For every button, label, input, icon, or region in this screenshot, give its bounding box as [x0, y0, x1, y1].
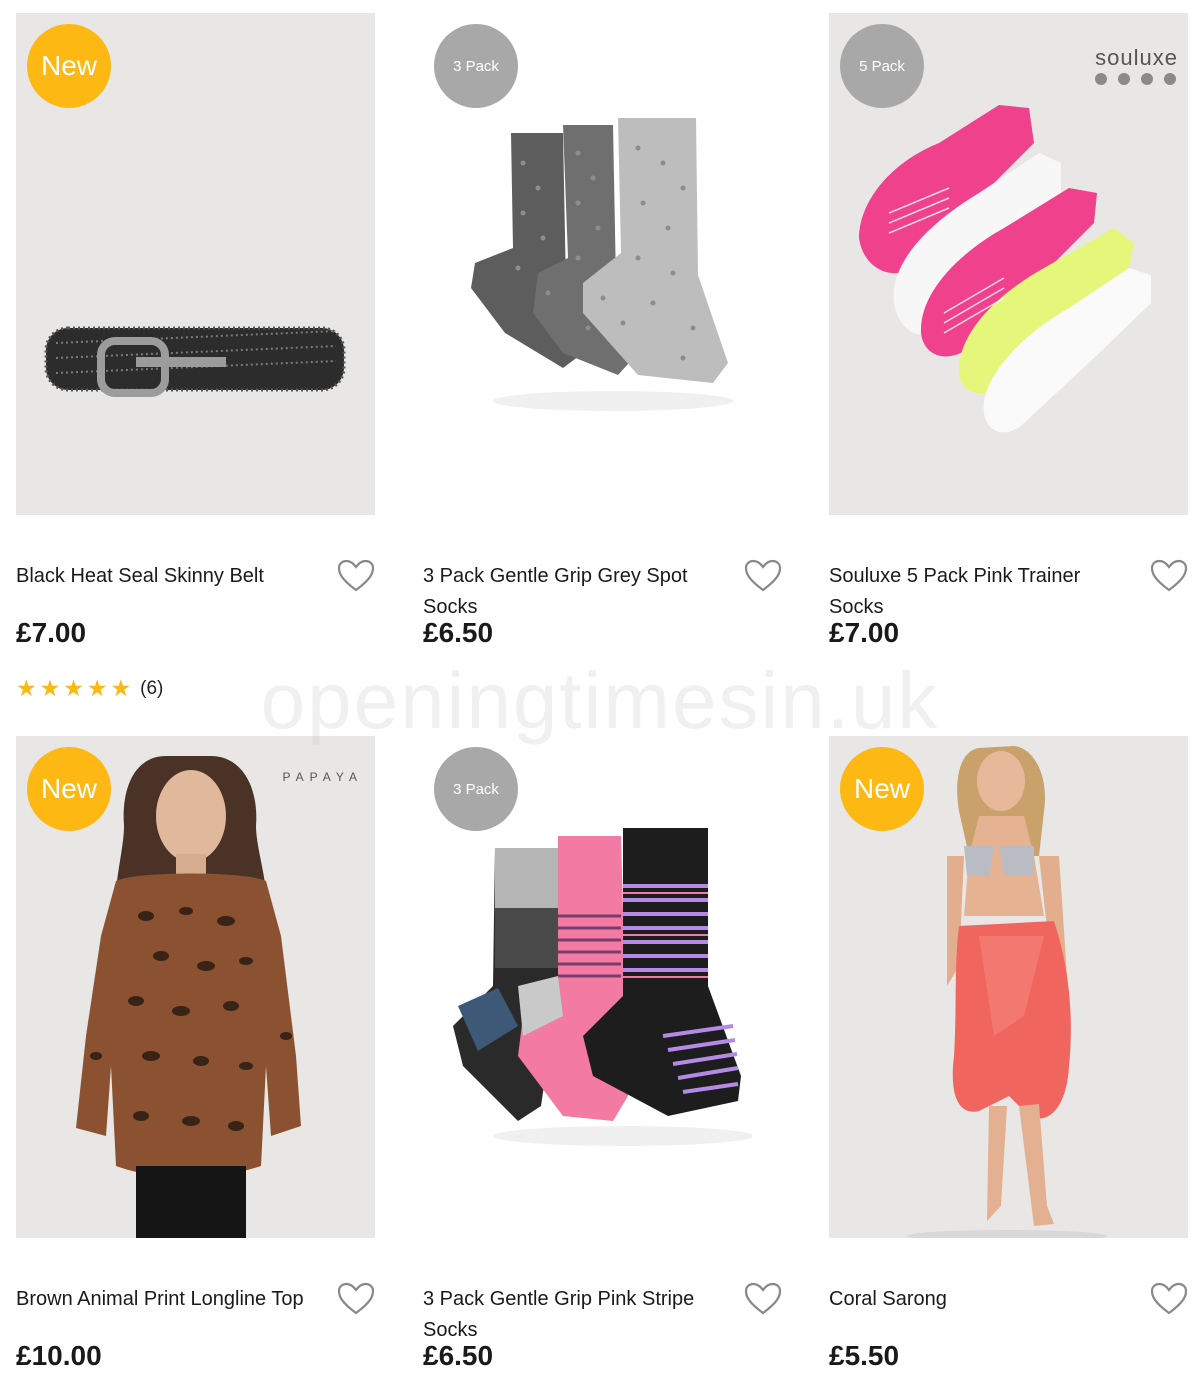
star-icon: ★ — [63, 675, 84, 701]
rating[interactable]: ★ ★ ★ ★ ★ (6) — [16, 677, 163, 700]
product-price: £7.00 — [829, 617, 900, 648]
pack-badge: 5 Pack — [840, 24, 924, 108]
star-icon: ★ — [16, 675, 37, 701]
heart-outline-icon[interactable] — [744, 559, 782, 593]
product-title[interactable]: Souluxe 5 Pack Pink Trainer Socks — [829, 561, 1119, 623]
product-image[interactable]: 3 Pack — [423, 13, 782, 515]
product-price: £10.00 — [16, 1340, 102, 1371]
star-icon: ★ — [110, 675, 132, 701]
new-badge: New — [840, 747, 924, 831]
star-icon: ★ — [86, 675, 108, 701]
product-price: £6.50 — [423, 617, 494, 648]
pack-badge: 3 Pack — [434, 747, 518, 831]
new-badge: New — [27, 24, 111, 108]
product-title[interactable]: Coral Sarong — [829, 1284, 1119, 1315]
product-image[interactable]: New PAPAYA — [16, 736, 375, 1238]
product-price: £5.50 — [829, 1340, 900, 1371]
heart-outline-icon[interactable] — [337, 1282, 375, 1316]
star-icon: ★ — [39, 675, 61, 701]
watermark: openingtimesin.uk — [260, 656, 940, 745]
product-title[interactable]: 3 Pack Gentle Grip Grey Spot Socks — [423, 561, 713, 623]
heart-outline-icon[interactable] — [744, 1282, 782, 1316]
product-image[interactable]: 5 Pack souluxe — [829, 13, 1188, 515]
rating-count: (6) — [140, 677, 164, 699]
product-image[interactable]: 3 Pack — [423, 736, 782, 1238]
product-title[interactable]: 3 Pack Gentle Grip Pink Stripe Socks — [423, 1284, 713, 1346]
product-price: £7.00 — [16, 617, 87, 648]
product-title[interactable]: Black Heat Seal Skinny Belt — [16, 561, 306, 592]
brand-logo: PAPAYA — [282, 770, 363, 784]
pack-badge: 3 Pack — [434, 24, 518, 108]
product-price: £6.50 — [423, 1340, 494, 1371]
product-image[interactable]: New — [16, 13, 375, 515]
brand-logo: souluxe — [1095, 45, 1178, 85]
heart-outline-icon[interactable] — [1150, 559, 1188, 593]
heart-outline-icon[interactable] — [337, 559, 375, 593]
new-badge: New — [27, 747, 111, 831]
product-image[interactable]: New — [829, 736, 1188, 1238]
product-title[interactable]: Brown Animal Print Longline Top — [16, 1284, 306, 1315]
heart-outline-icon[interactable] — [1150, 1282, 1188, 1316]
